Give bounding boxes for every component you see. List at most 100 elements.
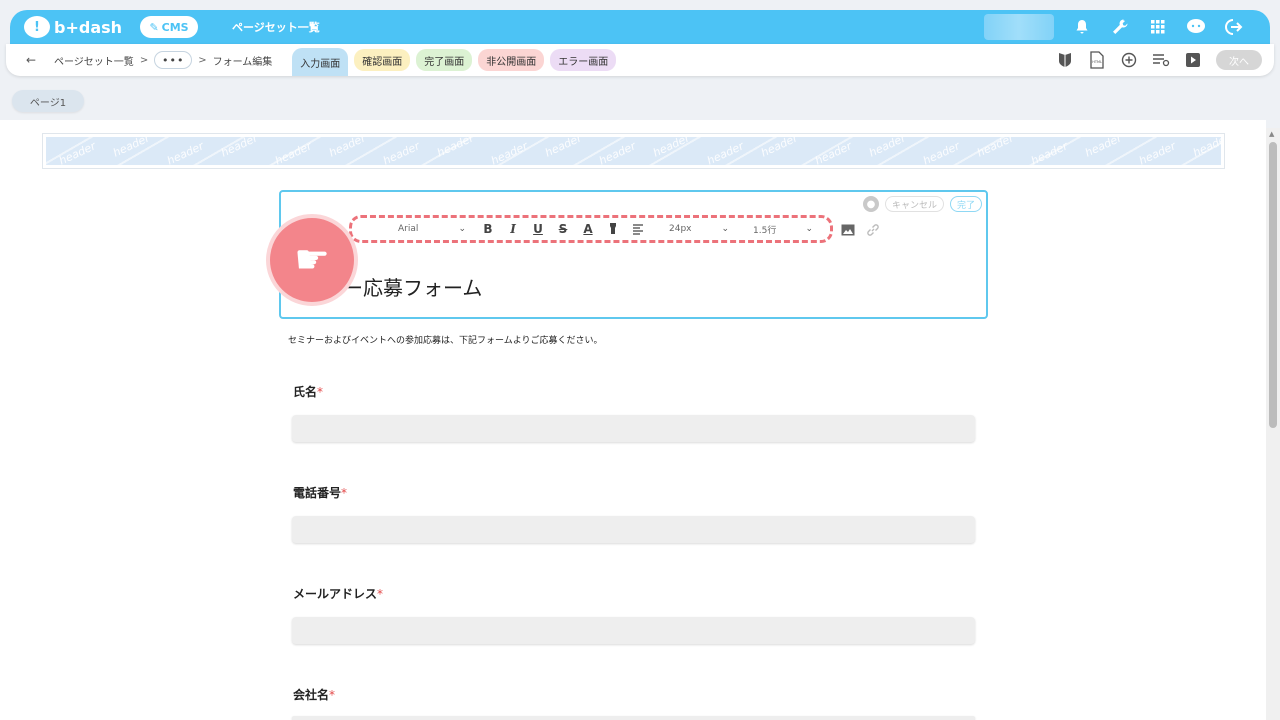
chevron-down-icon: ⌄ (721, 224, 729, 234)
tab-input-screen[interactable]: 入力画面 (292, 48, 349, 76)
svg-text:HTML: HTML (1092, 60, 1102, 64)
shield-icon[interactable] (1056, 51, 1074, 69)
font-size-select[interactable]: 24px ⌄ (659, 224, 733, 234)
user-avatar-icon: ● (862, 196, 879, 212)
breadcrumb-ellipsis-button[interactable]: ••• (154, 51, 193, 69)
form-title-text[interactable]: ー応募フォーム (343, 272, 482, 301)
email-input[interactable] (292, 617, 975, 644)
done-button[interactable]: 完了 (949, 196, 982, 212)
header-placeholder-word: header (489, 139, 530, 165)
sub-navigation-bar: ← ページセット一覧 > ••• > フォーム編集 入力画面 確認画面 完了画面… (6, 44, 1274, 76)
tab-complete-screen[interactable]: 完了画面 (416, 49, 473, 71)
header-placeholder-pattern: header header header header header header head… (46, 137, 1221, 165)
tab-confirm-screen[interactable]: 確認画面 (354, 49, 411, 71)
header-placeholder-word: header (111, 137, 152, 160)
underline-button[interactable]: U (531, 221, 545, 237)
phone-input[interactable] (292, 516, 975, 543)
cms-label: CMS (161, 20, 189, 34)
line-height-value: 1.5行 (753, 225, 777, 236)
html-file-icon[interactable]: HTML (1088, 51, 1106, 69)
header-placeholder-word: header (1083, 137, 1124, 160)
italic-button[interactable]: I (506, 221, 520, 237)
breadcrumb-form-edit: フォーム編集 (212, 56, 273, 68)
strikethrough-button[interactable]: S (556, 221, 570, 237)
next-button[interactable]: 次へ (1216, 50, 1262, 70)
field-label-email: メールアドレス* (293, 587, 384, 601)
breadcrumb-page-set-list[interactable]: ページセット一覧 (54, 53, 134, 68)
header-placeholder-word: header (867, 137, 908, 160)
header-placeholder-word: header (1137, 139, 1178, 165)
header-placeholder-word: header (813, 139, 854, 165)
font-size-value: 24px (669, 224, 692, 234)
tab-error-screen[interactable]: エラー画面 (550, 49, 617, 71)
breadcrumb-separator: > (198, 54, 207, 66)
field-label-name: 氏名* (293, 385, 324, 399)
wrench-icon[interactable] (1110, 17, 1130, 37)
header-placeholder-word: header (597, 139, 638, 165)
font-color-button[interactable]: A (581, 221, 595, 237)
header-placeholder-word: header (165, 139, 206, 165)
field-label-phone: 電話番号* (293, 486, 348, 500)
chat-icon[interactable] (1186, 17, 1206, 37)
page-tab-1[interactable]: ページ1 (12, 90, 84, 112)
company-input[interactable] (292, 716, 975, 720)
breadcrumb-separator: > (139, 54, 149, 66)
highlight-icon[interactable] (606, 221, 620, 237)
header-placeholder-word: header (435, 137, 476, 160)
link-icon[interactable] (865, 222, 881, 238)
header-placeholder-word: header (1191, 137, 1221, 160)
bell-icon[interactable] (1072, 17, 1092, 37)
chevron-down-icon: ⌄ (805, 224, 813, 234)
add-circle-icon[interactable] (1120, 51, 1138, 69)
vertical-scrollbar[interactable]: ▲ (1266, 128, 1280, 720)
logo-mark: ! (24, 16, 50, 38)
line-height-select[interactable]: 1.5行 ⌄ (743, 223, 817, 236)
header-placeholder-word: header (57, 139, 98, 165)
user-account-info[interactable] (984, 14, 1054, 40)
required-mark: * (329, 688, 336, 702)
logout-icon[interactable] (1224, 17, 1244, 37)
required-mark: * (377, 587, 384, 601)
align-icon[interactable] (631, 221, 645, 237)
header-placeholder-word: header (543, 137, 584, 160)
font-family-select[interactable]: Arial ⌄ (352, 224, 470, 234)
required-mark: * (341, 486, 348, 500)
header-placeholder-word: header (921, 139, 962, 165)
pointing-hand-marker: ☛ (266, 214, 358, 306)
chevron-down-icon: ⌄ (458, 224, 466, 234)
bold-button[interactable]: B (481, 221, 495, 237)
header-placeholder-word: header (1029, 139, 1070, 165)
scrollbar-thumb[interactable] (1269, 142, 1277, 428)
scroll-up-arrow-icon[interactable]: ▲ (1269, 130, 1274, 138)
header-placeholder-word: header (381, 139, 422, 165)
header-placeholder-word: header (273, 139, 314, 165)
header-placeholder-block[interactable]: header header header header header header head… (42, 133, 1225, 169)
header-placeholder-word: header (327, 137, 368, 160)
edit-icon: ✎ (149, 20, 159, 34)
font-family-value: Arial (398, 224, 419, 234)
cms-button[interactable]: ✎ CMS (140, 16, 199, 38)
header-placeholder-word: header (651, 137, 692, 160)
required-mark: * (317, 385, 324, 399)
pointing-hand-icon: ☛ (294, 237, 330, 283)
cancel-button[interactable]: キャンセル (884, 196, 944, 212)
image-icon[interactable] (840, 222, 856, 238)
name-input[interactable] (292, 415, 975, 442)
field-label-company: 会社名* (293, 688, 336, 702)
header-placeholder-word: header (759, 137, 800, 160)
grid-icon[interactable] (1148, 17, 1168, 37)
play-icon[interactable] (1184, 51, 1202, 69)
header-placeholder-word: header (705, 139, 746, 165)
list-settings-icon[interactable] (1152, 51, 1170, 69)
top-header-bar: ! b+dash ✎ CMS ページセット一覧 (10, 10, 1270, 44)
back-arrow-icon[interactable]: ← (26, 53, 40, 67)
brand-logo[interactable]: ! b+dash (24, 16, 122, 38)
header-placeholder-word: header (219, 137, 260, 160)
title-text-editor[interactable]: ● キャンセル 完了 Arial ⌄ B I U S A 24px ⌄ 1.5行… (279, 190, 988, 319)
header-placeholder-word: header (975, 137, 1016, 160)
top-title-link[interactable]: ページセット一覧 (232, 19, 320, 35)
logo-text: b+dash (54, 17, 123, 37)
text-format-toolbar: Arial ⌄ B I U S A 24px ⌄ 1.5行 ⌄ (349, 215, 833, 243)
tab-private-screen[interactable]: 非公開画面 (478, 49, 545, 71)
form-description[interactable]: セミナーおよびイベントへの参加応募は、下記フォームよりご応募ください。 (288, 333, 603, 346)
